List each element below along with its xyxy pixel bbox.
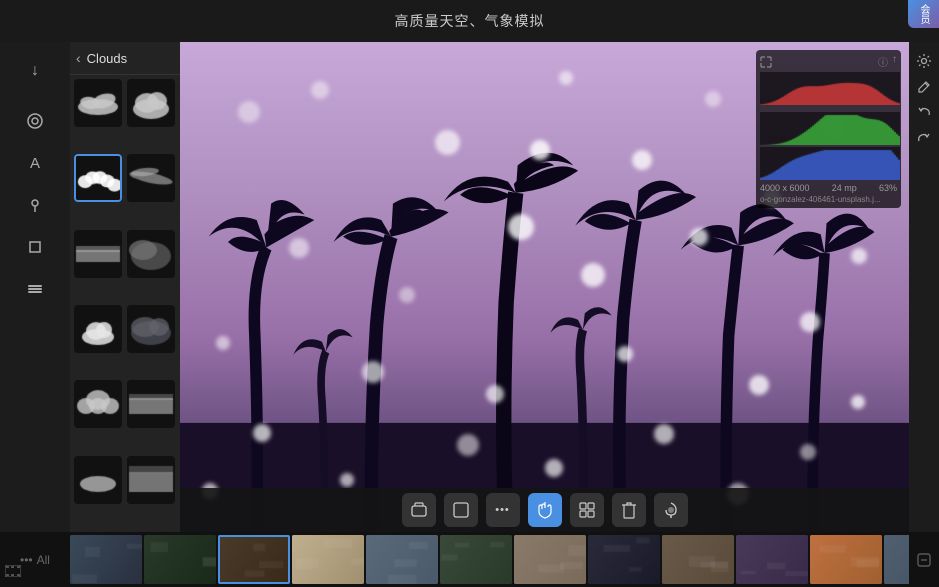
expand-hist-icon[interactable] bbox=[760, 56, 772, 68]
grid-tool-btn[interactable] bbox=[570, 493, 604, 527]
cloud-thumb-9[interactable] bbox=[74, 380, 122, 428]
cloud-thumb-1[interactable] bbox=[74, 79, 122, 127]
cloud-thumb-12[interactable] bbox=[127, 456, 175, 504]
top-bar: 高质量天空、气象模拟 会员 bbox=[0, 0, 939, 42]
filmstrip-icon[interactable] bbox=[5, 564, 21, 582]
cloud-thumb-6[interactable] bbox=[127, 230, 175, 278]
cloud-thumb-8[interactable] bbox=[127, 305, 175, 353]
histogram-panel: ⓘ ↑ 4000 x 6000 24 mp 63% o-c-gonzalez-4… bbox=[756, 50, 901, 208]
clouds-list bbox=[70, 75, 180, 532]
film-thumb-8[interactable] bbox=[662, 535, 734, 584]
share-hist-icon[interactable]: ↑ bbox=[892, 54, 897, 69]
pro-badge[interactable]: 会员 bbox=[908, 0, 939, 28]
film-thumb-2[interactable] bbox=[218, 535, 290, 584]
layers-tool[interactable] bbox=[17, 271, 53, 307]
more-tool-btn[interactable]: ••• bbox=[486, 493, 520, 527]
filmstrip-expand[interactable] bbox=[909, 553, 939, 567]
mask-tool-btn[interactable] bbox=[402, 493, 436, 527]
zoom-level: 63% bbox=[879, 183, 897, 193]
page-title: 高质量天空、气象模拟 bbox=[395, 11, 545, 31]
text-tool[interactable]: A bbox=[17, 145, 53, 181]
back-button[interactable]: ‹ bbox=[76, 50, 81, 66]
info-icon[interactable]: ⓘ bbox=[878, 54, 888, 69]
clouds-header: ‹ Clouds bbox=[70, 42, 180, 75]
cloud-thumb-10[interactable] bbox=[127, 380, 175, 428]
filmstrip-images bbox=[70, 532, 909, 587]
download-icon[interactable]: ↓ bbox=[17, 53, 53, 89]
hand-tool-btn[interactable] bbox=[528, 493, 562, 527]
histogram-red bbox=[760, 72, 900, 105]
three-dots-icon: ••• bbox=[20, 553, 33, 567]
filmstrip: ••• All bbox=[0, 532, 939, 587]
film-thumb-5[interactable] bbox=[440, 535, 512, 584]
brush-tool[interactable] bbox=[17, 103, 53, 139]
clouds-panel: ‹ Clouds bbox=[70, 42, 180, 532]
film-thumb-7[interactable] bbox=[588, 535, 660, 584]
film-thumb-1[interactable] bbox=[144, 535, 216, 584]
film-thumb-11[interactable] bbox=[884, 535, 909, 584]
histogram-blue bbox=[760, 147, 900, 180]
film-thumb-9[interactable] bbox=[736, 535, 808, 584]
cloud-thumb-4[interactable] bbox=[127, 154, 175, 202]
histogram-info: 4000 x 6000 24 mp 63% bbox=[760, 183, 897, 193]
panel-title: Clouds bbox=[87, 51, 127, 66]
film-thumb-0[interactable] bbox=[70, 535, 142, 584]
image-dimensions: 4000 x 6000 bbox=[760, 183, 810, 193]
film-thumb-4[interactable] bbox=[366, 535, 438, 584]
film-thumb-3[interactable] bbox=[292, 535, 364, 584]
main-canvas: ⓘ ↑ 4000 x 6000 24 mp 63% o-c-gonzalez-4… bbox=[180, 42, 909, 532]
all-label: All bbox=[37, 553, 50, 567]
cloud-thumb-5[interactable] bbox=[74, 230, 122, 278]
film-thumb-6[interactable] bbox=[514, 535, 586, 584]
pin-tool[interactable] bbox=[17, 187, 53, 223]
left-sidebar: ↓ A bbox=[0, 42, 70, 532]
cloud-thumb-7[interactable] bbox=[74, 305, 122, 353]
cloud-thumb-2[interactable] bbox=[127, 79, 175, 127]
cloud-thumb-11[interactable] bbox=[74, 456, 122, 504]
right-tools bbox=[909, 42, 939, 532]
cloud-thumb-3[interactable] bbox=[74, 154, 122, 202]
delete-tool-btn[interactable] bbox=[612, 493, 646, 527]
image-filename: o-c-gonzalez-406461-unsplash.j... bbox=[760, 195, 897, 204]
edit-icon[interactable] bbox=[913, 76, 935, 98]
settings-icon[interactable] bbox=[913, 50, 935, 72]
bottom-toolbar: ••• bbox=[180, 488, 909, 532]
frame-tool-btn[interactable] bbox=[444, 493, 478, 527]
undo-icon[interactable] bbox=[913, 102, 935, 124]
image-megapixels: 24 mp bbox=[832, 183, 857, 193]
crop-tool[interactable] bbox=[17, 229, 53, 265]
histogram-green bbox=[760, 112, 900, 145]
redo-icon[interactable] bbox=[913, 128, 935, 150]
paint-tool-btn[interactable] bbox=[654, 493, 688, 527]
film-thumb-10[interactable] bbox=[810, 535, 882, 584]
